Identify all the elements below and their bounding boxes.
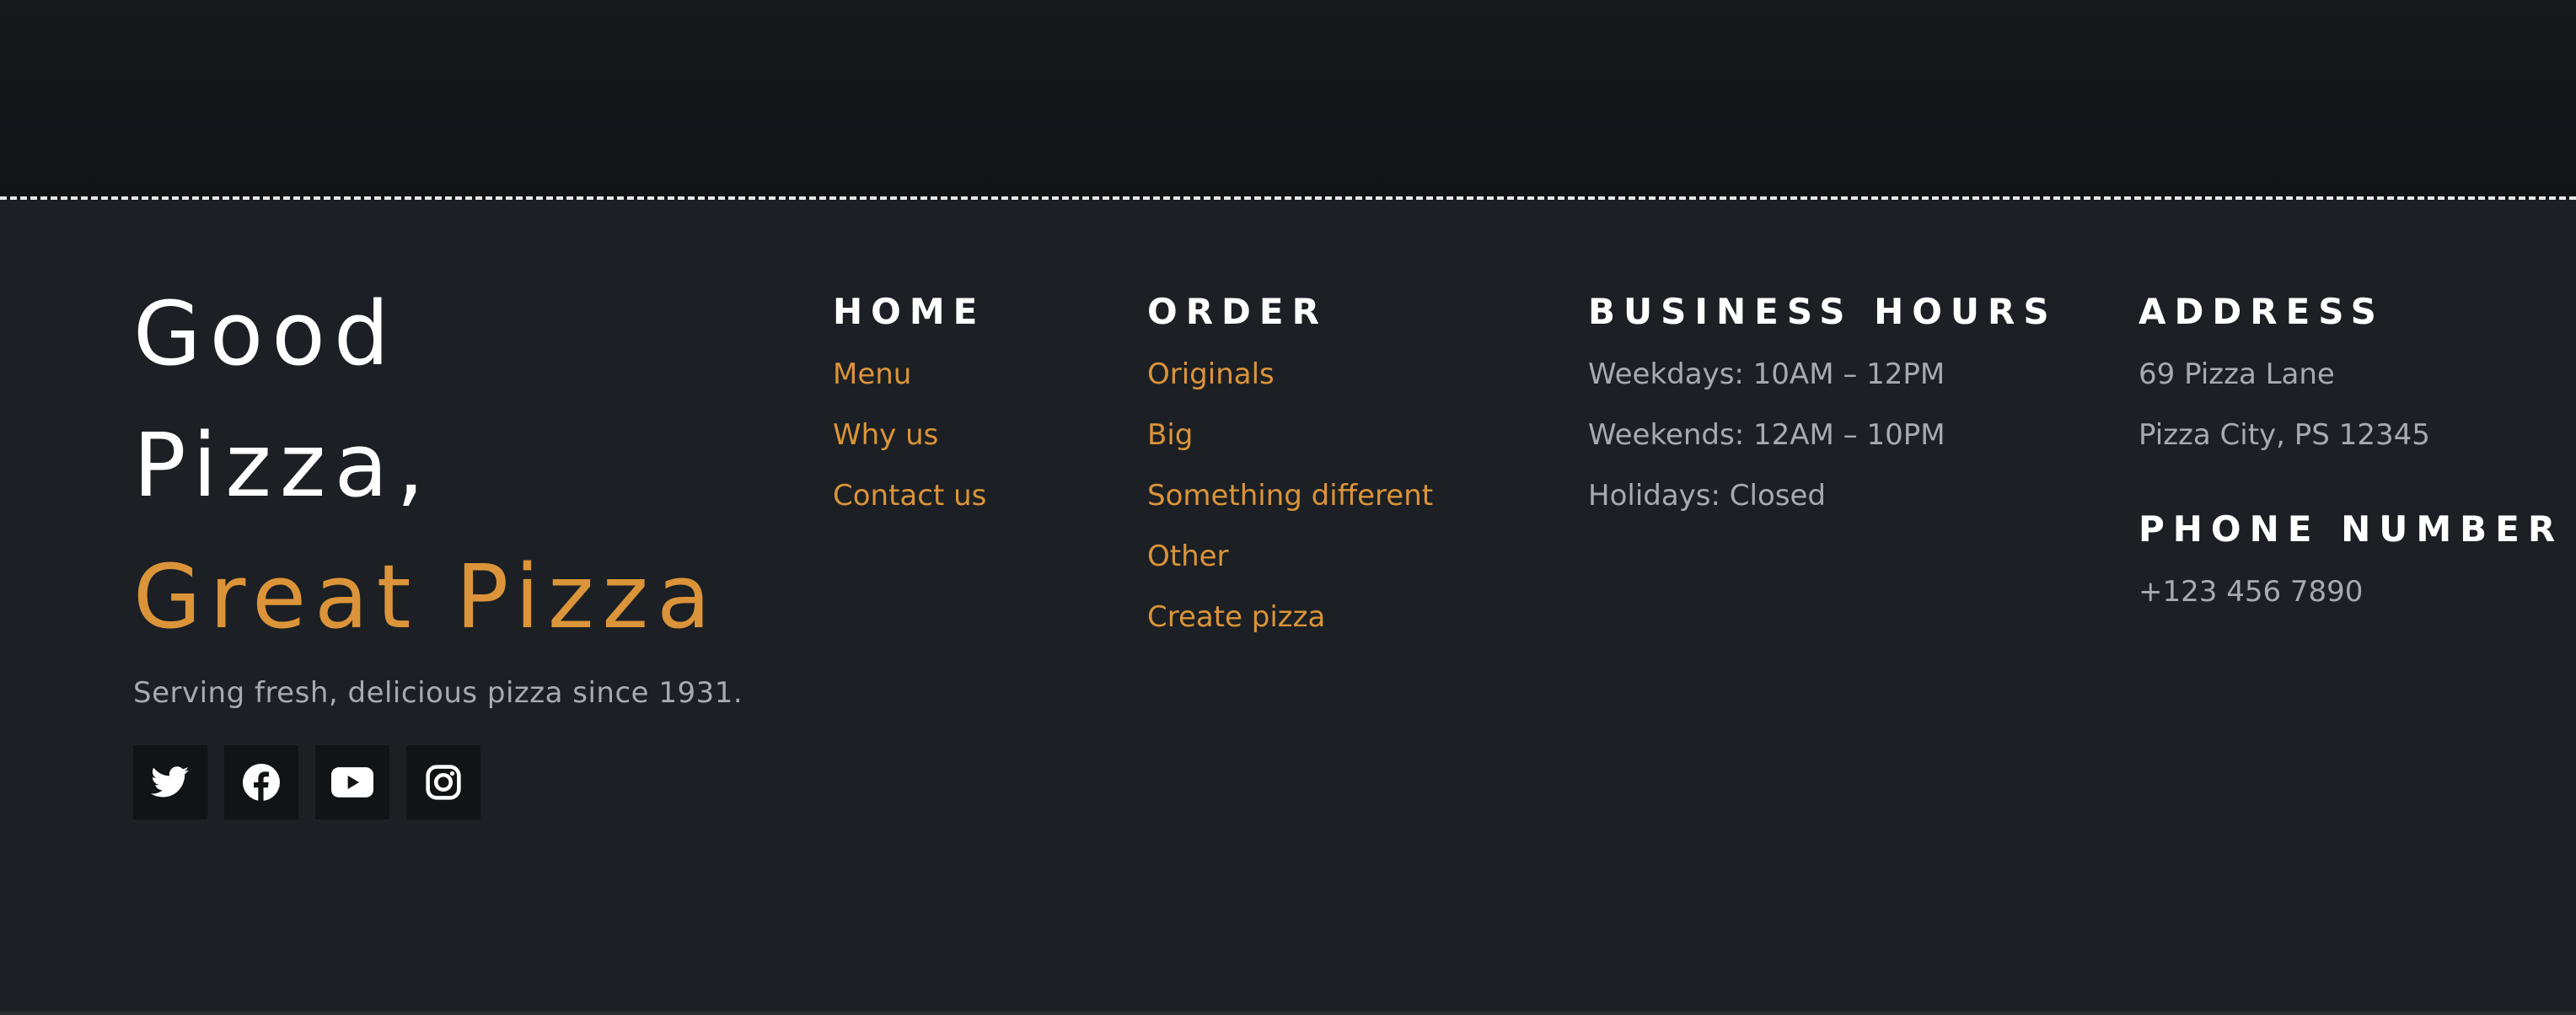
- menu-link[interactable]: Menu: [833, 357, 911, 391]
- twitter-icon: [151, 766, 190, 798]
- home-heading: HOME: [833, 291, 986, 332]
- other-link[interactable]: Other: [1147, 540, 1229, 573]
- brand-title-line1: Good: [133, 282, 398, 385]
- list-item: Contact us: [833, 465, 986, 526]
- top-band: [0, 0, 2576, 199]
- business-hours-list: Weekdays: 10AM – 12PM Weekends: 12AM – 1…: [1588, 344, 2058, 526]
- address-column: ADDRESS 69 Pizza Lane Pizza City, PS 123…: [2139, 287, 2563, 622]
- home-links: Menu Why us Contact us: [833, 344, 986, 526]
- brand-title-line2: Pizza,: [133, 414, 433, 517]
- weekends-hours: Weekends: 12AM – 10PM: [1588, 418, 1945, 452]
- list-item: Other: [1147, 526, 1433, 587]
- address-heading: ADDRESS: [2139, 291, 2385, 332]
- phone-list: +123 456 7890: [2139, 561, 2563, 622]
- order-column: ORDER Originals Big Something different …: [1147, 287, 1433, 647]
- brand-tagline: Serving fresh, delicious pizza since 193…: [133, 676, 743, 710]
- phone-number: +123 456 7890: [2139, 575, 2364, 609]
- business-hours-column: BUSINESS HOURS Weekdays: 10AM – 12PM Wee…: [1588, 287, 2058, 526]
- address-city: Pizza City, PS 12345: [2139, 418, 2430, 452]
- youtube-button[interactable]: [315, 745, 389, 819]
- instagram-icon: [426, 765, 461, 800]
- youtube-icon: [331, 767, 373, 798]
- contact-us-link[interactable]: Contact us: [833, 479, 986, 513]
- big-link[interactable]: Big: [1147, 418, 1193, 452]
- address-street: 69 Pizza Lane: [2139, 357, 2335, 391]
- order-links: Originals Big Something different Other …: [1147, 344, 1433, 647]
- list-item: Create pizza: [1147, 587, 1433, 647]
- list-item: Menu: [833, 344, 986, 405]
- brand-block: Good Pizza, Great Pizza Serving fresh, d…: [133, 268, 774, 819]
- create-pizza-link[interactable]: Create pizza: [1147, 600, 1325, 634]
- twitter-button[interactable]: [133, 745, 207, 819]
- weekdays-hours: Weekdays: 10AM – 12PM: [1588, 357, 1945, 391]
- phone-heading: PHONE NUMBER: [2139, 508, 2564, 550]
- bottom-edge: [0, 1012, 2576, 1015]
- facebook-button[interactable]: [224, 745, 298, 819]
- list-item: Big: [1147, 405, 1433, 465]
- something-different-link[interactable]: Something different: [1147, 479, 1433, 513]
- social-links: [133, 745, 774, 819]
- order-heading: ORDER: [1147, 291, 1328, 332]
- facebook-icon: [243, 764, 280, 801]
- brand-title-accent: Great Pizza: [133, 545, 719, 648]
- home-column: HOME Menu Why us Contact us: [833, 287, 986, 526]
- brand-title: Good Pizza, Great Pizza: [133, 268, 774, 663]
- list-item: Something different: [1147, 465, 1433, 526]
- list-item: Why us: [833, 405, 986, 465]
- originals-link[interactable]: Originals: [1147, 357, 1275, 391]
- list-item: Originals: [1147, 344, 1433, 405]
- why-us-link[interactable]: Why us: [833, 418, 938, 452]
- business-hours-heading: BUSINESS HOURS: [1588, 291, 2058, 332]
- holidays-hours: Holidays: Closed: [1588, 479, 1826, 513]
- instagram-button[interactable]: [406, 745, 480, 819]
- address-list: 69 Pizza Lane Pizza City, PS 12345: [2139, 344, 2563, 465]
